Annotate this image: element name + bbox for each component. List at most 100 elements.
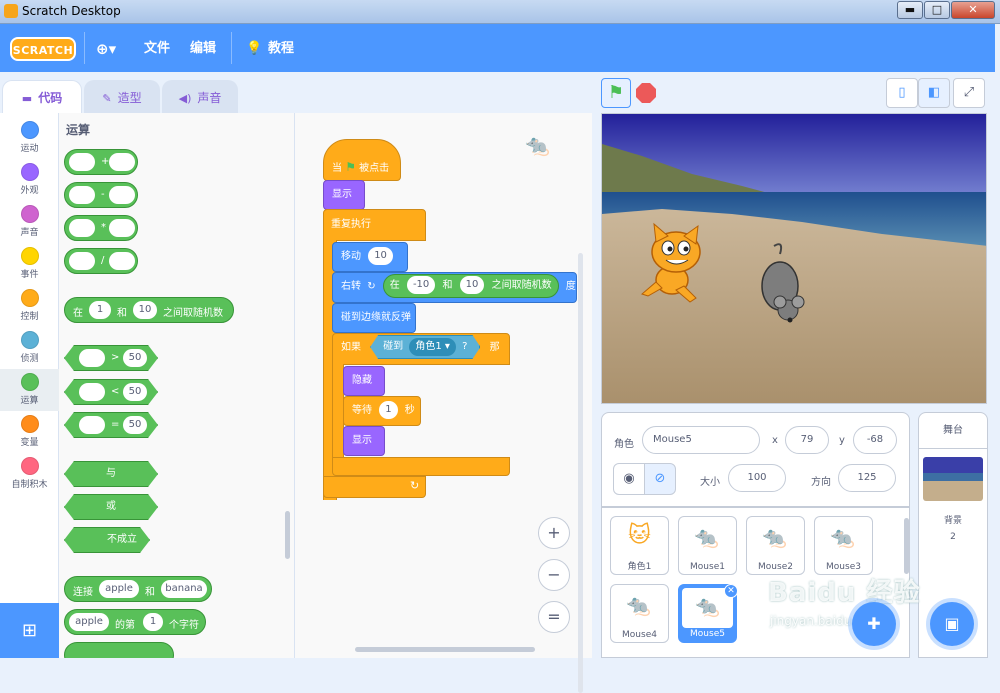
join-block[interactable]: 连接 apple 和 banana <box>64 576 212 602</box>
touching-target-dropdown[interactable]: 角色1 ▾ <box>409 338 456 356</box>
block-input[interactable] <box>79 383 105 401</box>
block-input[interactable]: 1 <box>379 401 398 419</box>
maximize-button[interactable]: □ <box>924 1 950 19</box>
block-input[interactable] <box>109 153 135 171</box>
show-block[interactable]: 显示 <box>323 180 365 210</box>
subtract-block[interactable]: - <box>64 182 138 208</box>
block-input[interactable]: apple <box>69 613 109 631</box>
file-menu[interactable]: 文件 <box>144 38 170 60</box>
category-6[interactable]: 运算 <box>0 369 59 411</box>
minimize-button[interactable]: ▬ <box>897 1 923 19</box>
direction-input[interactable]: 125 <box>838 464 896 492</box>
block-input[interactable]: 1 <box>143 613 163 631</box>
move-steps-block[interactable]: 移动 10 步 <box>332 242 408 290</box>
sprite-tile-2[interactable]: 🐀 Mouse1 <box>678 516 737 575</box>
small-stage-button[interactable]: ▯ <box>886 78 918 108</box>
category-7[interactable]: 变量 <box>0 411 59 453</box>
divide-block[interactable]: / <box>64 248 138 274</box>
hide-block[interactable]: 隐藏 <box>343 366 385 396</box>
close-window-button[interactable]: ✕ <box>951 1 995 19</box>
add-extension-button[interactable]: ⊞ <box>0 603 59 658</box>
sprite-tile-3[interactable]: 🐀 Mouse2 <box>746 516 805 575</box>
or-block[interactable]: 或 <box>64 494 158 520</box>
block-input[interactable]: 50 <box>123 416 147 434</box>
add-block[interactable]: + <box>64 149 138 175</box>
category-4[interactable]: 控制 <box>0 285 59 327</box>
sprite-name-input[interactable]: Mouse5 <box>642 426 760 454</box>
block-input[interactable]: 10 <box>459 276 485 294</box>
block-input[interactable] <box>69 153 95 171</box>
category-8[interactable]: 自制积木 <box>0 453 59 495</box>
if-then-block[interactable]: 如果 碰到 角色1 ▾ ? 那么 <box>332 333 510 381</box>
stop-button[interactable] <box>636 83 656 103</box>
block-input[interactable] <box>79 349 105 367</box>
zoom-reset-button[interactable]: = <box>538 601 570 633</box>
category-1[interactable]: 外观 <box>0 159 59 201</box>
greater-than-block[interactable]: > 50 <box>64 345 158 371</box>
zoom-out-button[interactable]: − <box>538 559 570 591</box>
block-input[interactable] <box>69 219 95 237</box>
multiply-block[interactable]: * <box>64 215 138 241</box>
edit-menu[interactable]: 编辑 <box>190 38 216 60</box>
tab-sounds[interactable]: ◀) 声音 <box>162 80 238 114</box>
x-input[interactable]: 79 <box>785 426 829 454</box>
sprite-tile-5[interactable]: 🐀 Mouse4 <box>610 584 669 643</box>
show-block-2[interactable]: 显示 <box>343 426 385 456</box>
cat-sprite[interactable] <box>640 222 710 304</box>
category-2[interactable]: 声音 <box>0 201 59 243</box>
script-area[interactable]: 🐀 当 ⚑ 被点击 显示 重复执行 ↻ 移动 10 步 右转 ↻ 在 -10 和… <box>295 113 592 693</box>
block-input[interactable] <box>109 186 135 204</box>
less-than-block[interactable]: < 50 <box>64 379 158 405</box>
tab-code[interactable]: ▬ 代码 <box>2 80 82 114</box>
scratch-logo[interactable]: SCRATCH <box>10 37 76 61</box>
wait-seconds-block[interactable]: 等待 1 秒 <box>343 396 421 426</box>
block-input[interactable]: banana <box>161 580 207 598</box>
sprite-tile-4[interactable]: 🐀 Mouse3 <box>814 516 873 575</box>
delete-sprite-icon[interactable]: ✕ <box>724 584 738 598</box>
when-flag-clicked-block[interactable]: 当 ⚑ 被点击 <box>323 139 401 181</box>
turn-right-block[interactable]: 右转 ↻ 在 -10 和 10 之间取随机数 度 <box>332 272 577 303</box>
block-input[interactable]: -10 <box>406 276 436 294</box>
length-block[interactable] <box>64 642 174 658</box>
random-reporter[interactable]: 在 -10 和 10 之间取随机数 <box>382 274 559 298</box>
hide-sprite-toggle[interactable]: ⊘ <box>644 463 676 495</box>
block-input[interactable] <box>109 219 135 237</box>
backdrop-thumbnail[interactable] <box>923 457 983 501</box>
block-input[interactable]: 1 <box>89 301 111 319</box>
fullscreen-button[interactable]: ⤢ <box>953 78 985 108</box>
block-input[interactable]: 50 <box>123 349 147 367</box>
random-block[interactable]: 在 1 和 10 之间取随机数 <box>64 297 234 323</box>
block-input[interactable] <box>69 252 95 270</box>
choose-sprite-button[interactable]: ✚ <box>852 602 896 646</box>
touching-reporter[interactable]: 碰到 角色1 ▾ ? <box>370 335 480 359</box>
sprite-list-scrollbar[interactable] <box>904 518 909 574</box>
block-input[interactable]: 50 <box>123 383 147 401</box>
letter-of-block[interactable]: apple 的第 1 个字符 <box>64 609 206 635</box>
mouse5-sprite[interactable] <box>754 240 810 324</box>
sprite-tile-1[interactable]: 🐱 角色1 <box>610 516 669 575</box>
bounce-on-edge-block[interactable]: 碰到边缘就反弹 <box>332 303 416 333</box>
stage-canvas[interactable] <box>601 113 987 404</box>
show-sprite-toggle[interactable]: ◉ <box>613 463 645 495</box>
category-3[interactable]: 事件 <box>0 243 59 285</box>
sprite-tile-6-selected[interactable]: 🐀 ✕ Mouse5 <box>678 584 738 643</box>
scripts-vertical-scrollbar[interactable] <box>578 253 583 693</box>
and-block[interactable]: 与 <box>64 461 158 487</box>
large-stage-button[interactable]: ◧ <box>918 78 950 108</box>
language-globe-icon[interactable]: ⊕▾ <box>96 38 116 60</box>
scripts-horizontal-scrollbar[interactable] <box>355 647 535 652</box>
block-input[interactable] <box>69 186 95 204</box>
block-input[interactable] <box>79 416 105 434</box>
not-block[interactable]: 不成立 <box>64 527 150 553</box>
green-flag-button[interactable]: ⚑ <box>601 78 631 108</box>
block-input[interactable] <box>109 252 135 270</box>
tutorials-menu[interactable]: 教程 <box>268 38 294 60</box>
category-0[interactable]: 运动 <box>0 117 59 159</box>
palette-scrollbar[interactable] <box>285 511 290 559</box>
block-input[interactable]: apple <box>99 580 139 598</box>
category-5[interactable]: 侦测 <box>0 327 59 369</box>
y-input[interactable]: -68 <box>853 426 897 454</box>
size-input[interactable]: 100 <box>728 464 786 492</box>
tab-costumes[interactable]: ✎ 造型 <box>84 80 160 114</box>
block-input[interactable]: 10 <box>368 247 393 265</box>
